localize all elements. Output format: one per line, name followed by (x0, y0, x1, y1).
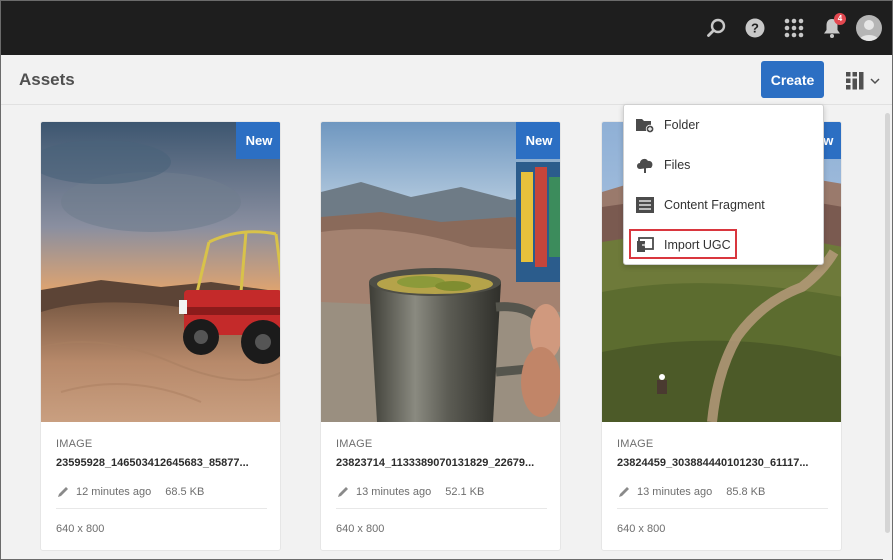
action-bar: Assets Create (1, 55, 892, 105)
create-menu: Folder Files Content Fragment Import UGC (623, 104, 824, 265)
page-title: Assets (19, 70, 75, 89)
modified-time: 13 minutes ago (637, 486, 713, 498)
image-dimensions: 640 x 800 (56, 523, 105, 535)
user-avatar[interactable] (856, 15, 882, 41)
menu-item-files[interactable]: Files (624, 145, 823, 185)
pencil-icon (619, 487, 629, 497)
menu-item-label: Files (664, 158, 691, 172)
file-size: 85.8 KB (726, 486, 766, 498)
chevron-down-icon (870, 78, 880, 85)
folder-add-icon (635, 115, 655, 135)
asset-thumbnail: New (321, 122, 560, 422)
menu-item-label: Folder (664, 118, 700, 132)
modified-time: 12 minutes ago (76, 486, 152, 498)
asset-thumbnail: New (41, 122, 280, 422)
divider (617, 508, 828, 509)
asset-card[interactable]: New IMAGE 23595928_146503412645683_85877… (40, 121, 281, 551)
divider (56, 508, 267, 509)
svg-text:?: ? (751, 21, 759, 36)
shell-bar: ? 4 (1, 1, 892, 55)
asset-name: 23595928_146503412645683_85877... (56, 457, 249, 469)
asset-type: IMAGE (336, 438, 373, 450)
new-badge: New (236, 122, 280, 159)
highlight-box (629, 229, 737, 259)
help-icon[interactable]: ? (743, 16, 767, 40)
menu-item-folder[interactable]: Folder (624, 105, 823, 145)
cloud-upload-icon (635, 155, 655, 175)
apps-grid-icon[interactable] (782, 16, 806, 40)
pencil-icon (338, 487, 348, 497)
asset-card[interactable]: New IMAGE 23823714_1133389070131829_2267… (320, 121, 561, 551)
search-icon[interactable] (705, 16, 729, 40)
scrollbar[interactable] (883, 105, 892, 560)
asset-name: 23823714_1133389070131829_22679... (336, 457, 535, 469)
menu-item-label: Content Fragment (664, 198, 765, 212)
create-button[interactable]: Create (761, 61, 824, 98)
menu-item-content-fragment[interactable]: Content Fragment (624, 185, 823, 225)
content-fragment-icon (635, 195, 655, 215)
modified-time: 13 minutes ago (356, 486, 432, 498)
pencil-icon (58, 487, 68, 497)
divider (336, 508, 547, 509)
view-switcher[interactable] (846, 71, 886, 91)
image-dimensions: 640 x 800 (617, 523, 666, 535)
asset-type: IMAGE (617, 438, 654, 450)
file-size: 52.1 KB (445, 486, 485, 498)
bell-icon[interactable]: 4 (820, 13, 846, 40)
notification-badge: 4 (834, 13, 846, 25)
column-view-icon (846, 72, 864, 90)
new-badge: New (516, 122, 560, 159)
scrollbar-thumb[interactable] (885, 113, 890, 533)
file-size: 68.5 KB (165, 486, 205, 498)
asset-name: 23824459_303884440101230_61117... (617, 457, 809, 469)
asset-type: IMAGE (56, 438, 93, 450)
image-dimensions: 640 x 800 (336, 523, 385, 535)
